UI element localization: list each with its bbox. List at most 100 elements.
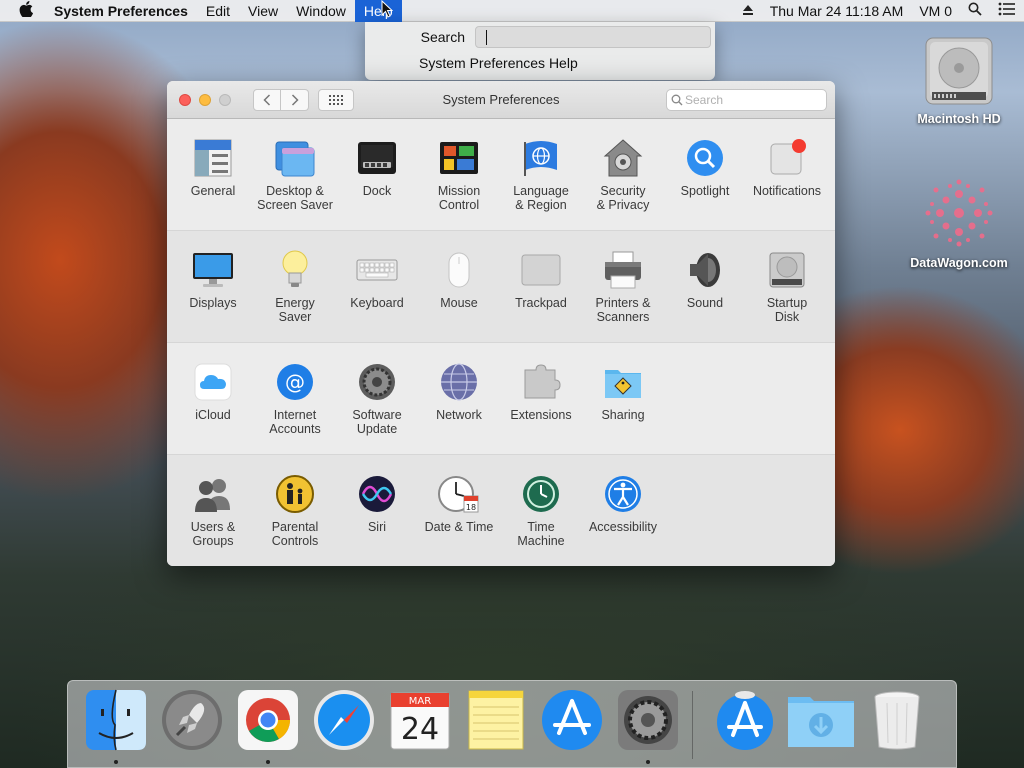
apple-menu-icon[interactable] [0,0,52,21]
pane-network[interactable]: Network [418,361,500,454]
pane-spotlight[interactable]: Spotlight [664,137,746,230]
pane-dock[interactable]: Dock [336,137,418,230]
mouse-icon [448,252,470,288]
system-preferences-help-item[interactable]: System Preferences Help [365,50,715,76]
menu-help[interactable]: Help [354,0,402,22]
zoom-button[interactable] [219,93,231,106]
preferences-search-field[interactable]: Search [666,89,827,111]
dock-finder[interactable] [78,681,154,767]
dock-notes[interactable] [458,681,534,767]
pane-siri[interactable]: Siri [336,473,418,566]
pane-accessibility[interactable]: Accessibility [582,473,664,566]
puzzle-piece-icon [524,364,561,399]
menu-app-name[interactable]: System Preferences [52,0,197,22]
pane-displays[interactable]: Displays [172,249,254,342]
mission-control-icon [440,142,478,174]
minimize-button[interactable] [199,93,211,106]
notification-center-icon[interactable] [990,2,1024,19]
icloud-icon [194,363,232,401]
dock-launchpad[interactable] [154,681,230,767]
siri-icon [359,476,395,512]
pane-extensions[interactable]: Extensions [500,361,582,454]
preferences-row-system: Users & Groups Parental Controls Siri 18… [167,455,835,566]
downloads-folder-icon [788,697,854,747]
speaker-icon [690,253,720,287]
svg-text:18: 18 [466,503,476,512]
pane-icloud[interactable]: iCloud [172,361,254,454]
pane-notifications[interactable]: Notifications [746,137,828,230]
chevron-right-icon [291,93,299,106]
pane-language-region[interactable]: Language & Region [500,137,582,230]
help-search-label: Search [420,29,465,45]
forward-button[interactable] [281,88,309,111]
finder-icon [86,689,146,751]
dock-safari[interactable] [306,681,382,767]
notes-icon [468,690,524,750]
calendar-day: 24 [401,712,439,747]
chrome-icon [238,690,298,750]
pane-sound[interactable]: Sound [664,249,746,342]
accessibility-icon [605,476,641,512]
close-button[interactable] [179,93,191,106]
dock-system-preferences[interactable] [610,681,686,767]
menu-bar: System Preferences Edit View Window Help… [0,0,1024,22]
pane-software-update[interactable]: Software Update [336,361,418,454]
pane-mission-control[interactable]: Mission Control [418,137,500,230]
help-search-input[interactable] [475,26,711,48]
clock-calendar-icon: 18 [438,476,479,513]
pane-mouse[interactable]: Mouse [418,249,500,342]
pane-date-time[interactable]: 18 Date & Time [418,473,500,566]
chevron-left-icon [263,93,271,106]
desktop-icon-macintosh-hd[interactable]: Macintosh HD [905,34,1013,126]
dock-downloads-app-store[interactable] [707,681,783,767]
calendar-month: MAR [409,696,431,707]
spotlight-search-icon[interactable] [960,2,990,19]
pane-desktop-screen-saver[interactable]: Desktop & Screen Saver [254,137,336,230]
search-placeholder: Search [685,93,724,107]
pane-printers-scanners[interactable]: Printers & Scanners [582,249,664,342]
pane-sharing[interactable]: Sharing [582,361,664,454]
general-icon [194,139,232,177]
search-icon [671,94,683,106]
clock-text[interactable]: Thu Mar 24 11:18 AM [762,3,912,19]
menu-window[interactable]: Window [287,0,355,22]
dock: MAR 24 [67,680,957,768]
app-store-icon [542,690,602,750]
show-all-button[interactable] [318,88,354,111]
dock-app-store[interactable] [534,681,610,767]
pane-security-privacy[interactable]: Security & Privacy [582,137,664,230]
help-menu-dropdown: Search System Preferences Help [365,22,715,80]
pane-energy-saver[interactable]: Energy Saver [254,249,336,342]
startup-disk-icon [769,252,805,288]
pane-general[interactable]: General [172,137,254,230]
svg-text:@: @ [285,370,305,394]
pane-time-machine[interactable]: Time Machine [500,473,582,566]
menu-edit[interactable]: Edit [197,0,239,22]
safari-compass-icon [314,690,374,750]
network-globe-icon [441,363,477,401]
trash-icon [874,691,920,750]
dock-google-chrome[interactable] [230,681,306,767]
time-machine-icon [523,476,559,512]
desktop-screen-saver-icon [275,141,315,177]
pane-startup-disk[interactable]: Startup Disk [746,249,828,342]
datawagon-logo-icon [925,179,993,247]
pane-parental-controls[interactable]: Parental Controls [254,473,336,566]
pane-users-groups[interactable]: Users & Groups [172,473,254,566]
user-menu[interactable]: VM 0 [911,3,960,19]
pane-internet-accounts[interactable]: @ Internet Accounts [254,361,336,454]
hard-drive-icon [925,37,993,105]
dock-downloads-folder[interactable] [783,681,859,767]
pane-keyboard[interactable]: Keyboard [336,249,418,342]
desktop-icon-label: Macintosh HD [917,112,1001,126]
pane-trackpad[interactable]: Trackpad [500,249,582,342]
menu-view[interactable]: View [239,0,287,22]
trackpad-icon [521,254,561,286]
dock-calendar[interactable]: MAR 24 [382,681,458,767]
eject-icon[interactable] [734,3,762,19]
desktop-icon-datawagon[interactable]: DataWagon.com [905,174,1013,270]
window-titlebar[interactable]: System Preferences Search [167,81,835,119]
calendar-icon: MAR 24 [390,692,450,750]
back-button[interactable] [253,88,281,111]
dock-trash[interactable] [859,681,935,767]
